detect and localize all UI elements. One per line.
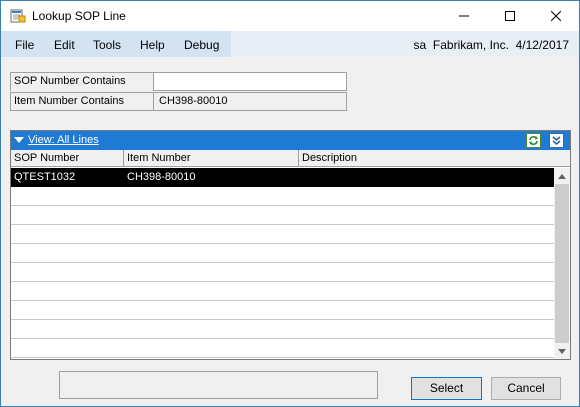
table-row[interactable] bbox=[11, 282, 554, 301]
item-number-label: Item Number Contains bbox=[10, 92, 153, 111]
maximize-button[interactable] bbox=[487, 1, 533, 31]
cell-item-number: CH398-80010 bbox=[127, 171, 196, 183]
table-row[interactable] bbox=[11, 339, 554, 358]
title-bar: Lookup SOP Line bbox=[1, 1, 579, 31]
sop-number-input[interactable] bbox=[153, 72, 347, 91]
menu-debug[interactable]: Debug bbox=[184, 38, 219, 52]
session-info: sa Fabrikam, Inc. 4/12/2017 bbox=[414, 38, 569, 52]
sop-number-label: SOP Number Contains bbox=[10, 72, 153, 91]
grid-view-header: View: All Lines bbox=[11, 131, 570, 150]
table-row[interactable]: QTEST1032 CH398-80010 bbox=[11, 168, 554, 187]
menu-edit[interactable]: Edit bbox=[54, 38, 75, 52]
lookup-window-icon bbox=[10, 8, 26, 24]
table-row[interactable] bbox=[11, 263, 554, 282]
item-number-input[interactable]: CH398-80010 bbox=[153, 92, 347, 111]
column-header-sop-number[interactable]: SOP Number bbox=[11, 150, 124, 167]
status-box bbox=[59, 371, 378, 399]
menu-help[interactable]: Help bbox=[140, 38, 165, 52]
view-dropdown-icon[interactable] bbox=[14, 137, 24, 143]
vertical-scrollbar[interactable] bbox=[554, 168, 570, 359]
menu-file[interactable]: File bbox=[15, 38, 34, 52]
expand-icon[interactable] bbox=[549, 133, 564, 148]
table-row[interactable] bbox=[11, 206, 554, 225]
table-row[interactable] bbox=[11, 244, 554, 263]
scroll-thumb[interactable] bbox=[555, 184, 569, 343]
user-date: 4/12/2017 bbox=[515, 38, 569, 52]
table-row[interactable] bbox=[11, 187, 554, 206]
grid-column-headers: SOP Number Item Number Description bbox=[11, 150, 570, 167]
view-selector[interactable]: View: All Lines bbox=[28, 134, 99, 146]
item-number-filter: Item Number Contains CH398-80010 bbox=[10, 92, 347, 111]
scroll-down-icon[interactable] bbox=[554, 343, 570, 359]
window-title: Lookup SOP Line bbox=[32, 9, 126, 23]
cell-sop-number: QTEST1032 bbox=[14, 171, 76, 183]
column-header-description[interactable]: Description bbox=[299, 150, 554, 167]
grid-rows: QTEST1032 CH398-80010 bbox=[11, 168, 554, 359]
select-button[interactable]: Select bbox=[411, 377, 482, 400]
minimize-button[interactable] bbox=[441, 1, 487, 31]
scroll-up-icon[interactable] bbox=[554, 168, 570, 184]
user-name: sa bbox=[413, 38, 427, 52]
column-header-item-number[interactable]: Item Number bbox=[124, 150, 299, 167]
lookup-window: Lookup SOP Line File Edit Tools Help Deb… bbox=[0, 0, 580, 407]
table-row[interactable] bbox=[11, 301, 554, 320]
company-name: Fabrikam, Inc. bbox=[432, 38, 509, 52]
lookup-filters: SOP Number Contains Item Number Contains… bbox=[10, 72, 347, 112]
sop-number-filter: SOP Number Contains bbox=[10, 72, 347, 91]
table-row[interactable] bbox=[11, 225, 554, 244]
table-row[interactable] bbox=[11, 320, 554, 339]
close-button[interactable] bbox=[533, 1, 579, 31]
cancel-button[interactable]: Cancel bbox=[491, 377, 561, 400]
refresh-icon[interactable] bbox=[526, 133, 541, 148]
menu-bar: File Edit Tools Help Debug sa Fabrikam, … bbox=[1, 31, 579, 57]
menu-list: File Edit Tools Help Debug bbox=[1, 31, 231, 57]
lookup-grid: View: All Lines SOP Number Item Number D… bbox=[10, 130, 571, 360]
session-info-area: sa Fabrikam, Inc. 4/12/2017 bbox=[231, 31, 579, 57]
menu-tools[interactable]: Tools bbox=[93, 38, 121, 52]
